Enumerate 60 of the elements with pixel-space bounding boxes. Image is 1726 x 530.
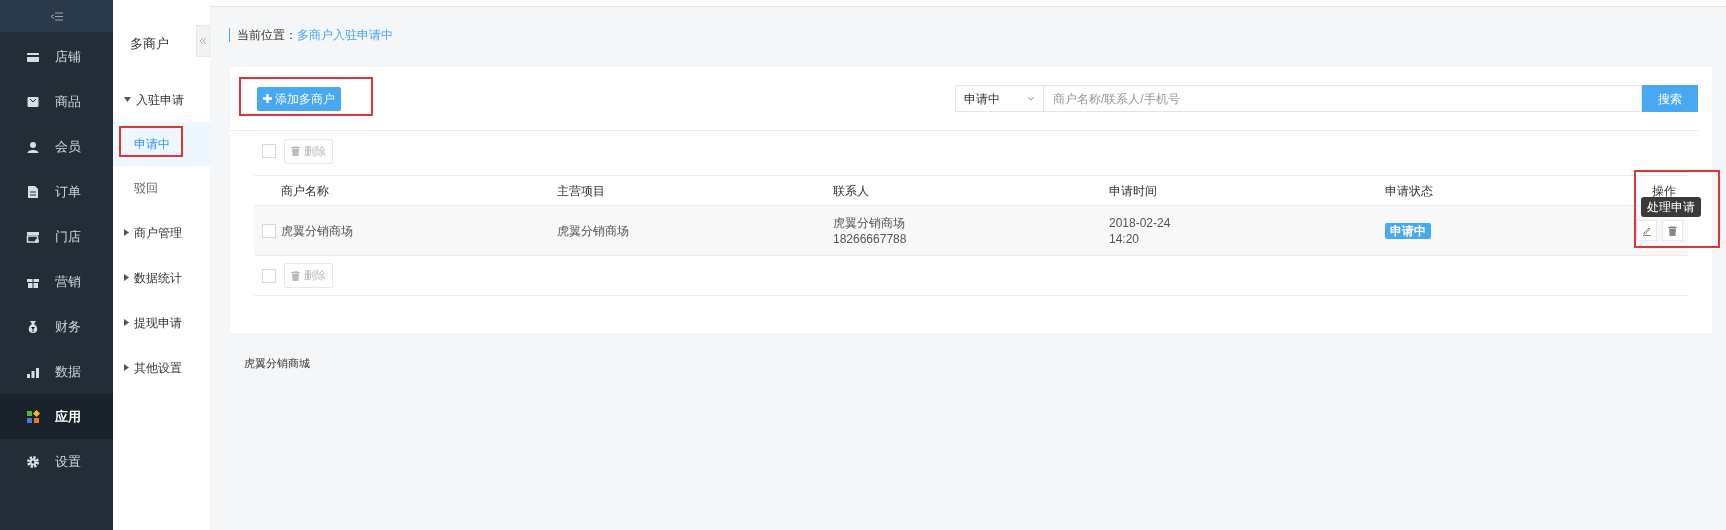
status-badge: 申请中 bbox=[1385, 222, 1431, 239]
nav-item[interactable]: 数据 bbox=[0, 349, 113, 394]
breadcrumb-label: 当前位置： bbox=[237, 26, 297, 44]
caret-right-icon bbox=[124, 274, 129, 281]
collapse-tab[interactable] bbox=[196, 25, 210, 57]
collapse-menu-icon[interactable] bbox=[50, 11, 63, 21]
menu-group[interactable]: 入驻申请 bbox=[113, 77, 210, 122]
menu-item[interactable]: 驳回 bbox=[113, 166, 210, 210]
table-cell: 虎翼分销商场 18266667788 bbox=[833, 214, 907, 247]
apps-icon bbox=[26, 409, 40, 424]
user-icon bbox=[26, 139, 40, 154]
table-cell: 虎翼分销商场 bbox=[281, 222, 353, 239]
nav-item[interactable]: 财务 bbox=[0, 304, 113, 349]
column-header: 申请时间 bbox=[1109, 183, 1157, 198]
column-header: 商户名称 bbox=[281, 183, 329, 198]
pencil-icon bbox=[1641, 225, 1652, 236]
footer-text: 虎翼分销商城 bbox=[243, 356, 310, 371]
checkbox[interactable] bbox=[262, 268, 276, 283]
status-select[interactable]: 申请中 bbox=[955, 85, 1044, 112]
document-icon bbox=[26, 184, 40, 199]
nav-item[interactable]: 店铺 bbox=[0, 34, 113, 79]
menu-group[interactable]: 商户管理 bbox=[113, 210, 210, 255]
nav-item[interactable]: 门店 bbox=[0, 214, 113, 259]
money-bag-icon bbox=[26, 319, 40, 334]
trash-icon bbox=[291, 270, 300, 281]
table-cell: 虎翼分销商场 bbox=[557, 222, 629, 239]
nav-item[interactable]: 商品 bbox=[0, 79, 113, 124]
caret-down-icon bbox=[124, 97, 131, 102]
trash-icon bbox=[291, 146, 300, 156]
column-header: 申请状态 bbox=[1385, 183, 1433, 198]
double-chevron-left-icon bbox=[199, 37, 207, 45]
menu-group[interactable]: 提现申请 bbox=[113, 300, 210, 345]
bag-icon bbox=[26, 94, 40, 109]
search-field[interactable]: 商户名称/联系人/手机号 bbox=[1044, 85, 1642, 112]
nav-item[interactable]: 会员 bbox=[0, 124, 113, 169]
column-header: 主营项目 bbox=[557, 183, 605, 198]
trash-icon bbox=[1668, 225, 1677, 236]
plus-icon bbox=[263, 94, 272, 103]
chevron-down-icon bbox=[1027, 96, 1035, 101]
nav-item[interactable]: 营销 bbox=[0, 259, 113, 304]
settings-icon bbox=[26, 454, 40, 469]
tooltip: 处理申请 bbox=[1641, 197, 1701, 217]
table-cell: 2018-02-24 14:20 bbox=[1109, 214, 1171, 247]
caret-right-icon bbox=[124, 364, 129, 371]
section-title: 多商户 bbox=[130, 36, 169, 51]
nav-item[interactable]: 设置 bbox=[0, 439, 113, 484]
caret-right-icon bbox=[124, 229, 129, 236]
checkbox[interactable] bbox=[262, 144, 276, 158]
caret-right-icon bbox=[124, 319, 129, 326]
annotation-box bbox=[119, 126, 183, 157]
nav-item[interactable]: 应用 bbox=[0, 394, 113, 439]
column-header: 联系人 bbox=[833, 183, 869, 198]
menu-group[interactable]: 其他设置 bbox=[113, 345, 210, 390]
menu-group[interactable]: 数据统计 bbox=[113, 255, 210, 300]
checkbox[interactable] bbox=[262, 223, 276, 238]
shop-icon bbox=[26, 229, 40, 244]
delete-button[interactable] bbox=[1662, 220, 1683, 241]
edit-button[interactable] bbox=[1636, 220, 1657, 241]
nav-item[interactable]: 订单 bbox=[0, 169, 113, 214]
column-header: 操作 bbox=[1652, 182, 1676, 200]
